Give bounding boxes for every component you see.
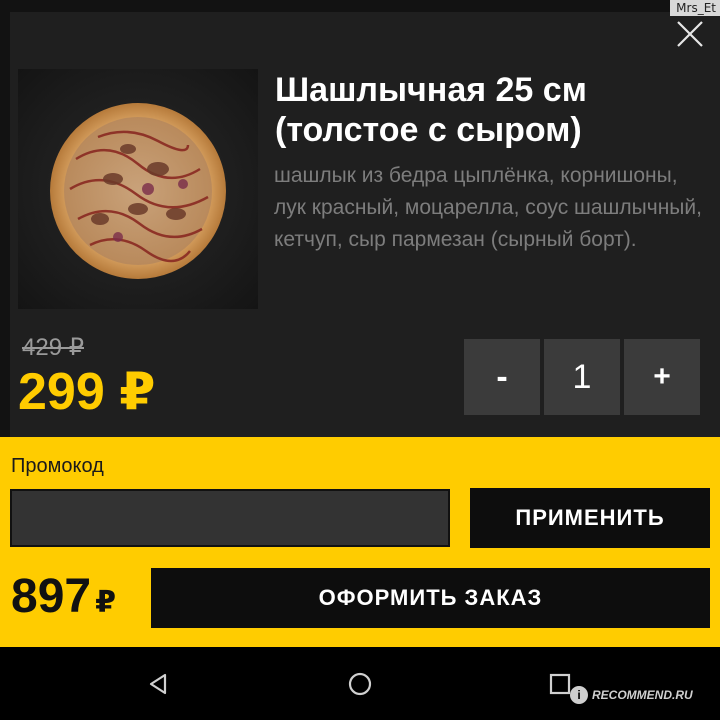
- checkout-button[interactable]: ОФОРМИТЬ ЗАКАЗ: [151, 568, 710, 628]
- pizza-image: [18, 69, 258, 309]
- product-title: Шашлычная 25 см (толстое с сыром): [275, 71, 587, 149]
- back-triangle-icon: [149, 673, 167, 695]
- product-description: шашлык из бедра цыплёнка, корнишоны, лук…: [274, 164, 702, 251]
- promo-label: Промокод: [11, 455, 104, 477]
- close-icon: [677, 21, 703, 47]
- nav-back-button[interactable]: [145, 670, 173, 698]
- current-price: 299 ₽: [18, 363, 156, 421]
- close-button[interactable]: [674, 18, 706, 50]
- apply-promo-button[interactable]: ПРИМЕНИТЬ: [470, 488, 710, 548]
- quantity-increase-button[interactable]: +: [624, 339, 700, 415]
- old-price: 429 ₽: [22, 334, 84, 361]
- watermark-site: i RECOMMEND.RU: [570, 686, 693, 704]
- order-total: 897 ₽: [11, 568, 116, 632]
- home-circle-icon: [348, 672, 372, 696]
- watermark-username: Mrs_Et: [670, 0, 720, 16]
- order-total-amount: 897: [11, 570, 92, 623]
- quantity-value: 1: [544, 339, 620, 415]
- nav-home-button[interactable]: [346, 670, 374, 698]
- recommend-logo-icon: i: [570, 686, 588, 704]
- watermark-site-text: RECOMMEND.RU: [592, 688, 693, 702]
- promo-input[interactable]: [10, 489, 450, 547]
- quantity-decrease-button[interactable]: -: [464, 339, 540, 415]
- order-total-currency: ₽: [95, 586, 116, 619]
